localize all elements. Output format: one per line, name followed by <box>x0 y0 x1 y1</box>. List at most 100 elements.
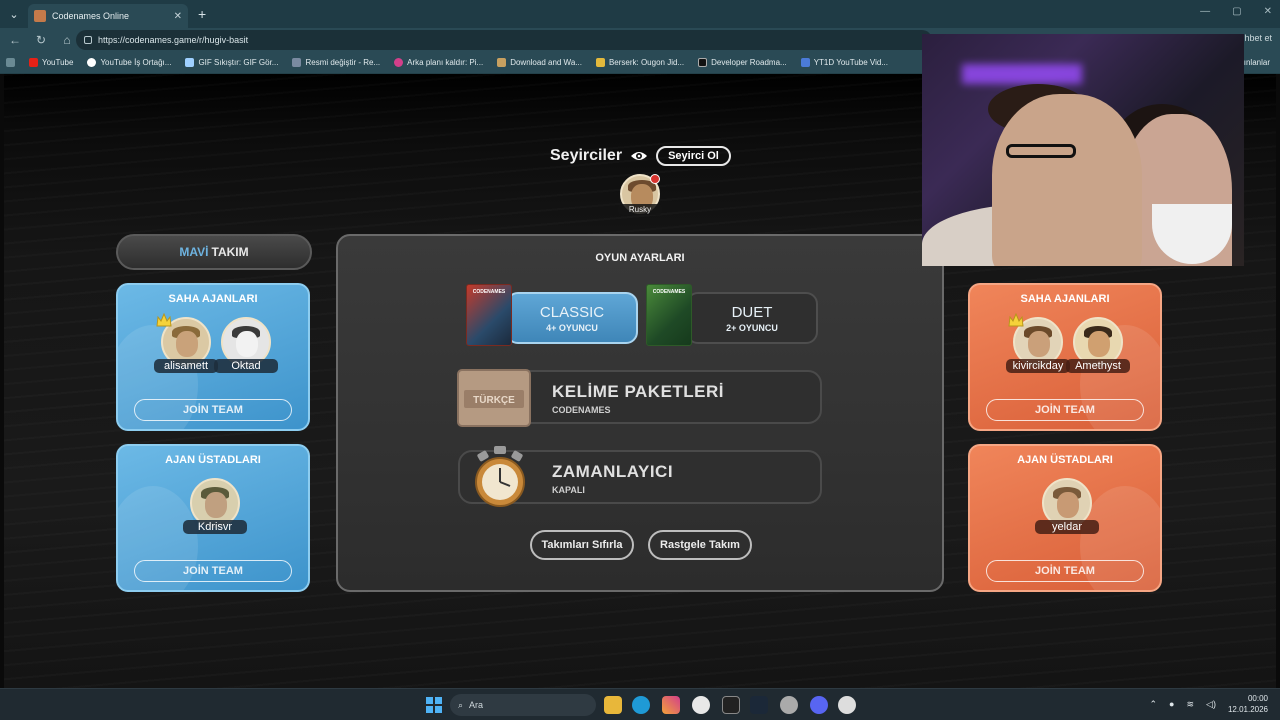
reload-icon[interactable]: ↻ <box>34 33 48 47</box>
bookmark-item[interactable]: YouTube <box>29 58 73 67</box>
blue-team-label: TAKIM <box>211 245 249 259</box>
clock-time: 00:00 <box>1247 694 1268 703</box>
player-card[interactable]: kivircikday <box>1006 313 1070 379</box>
classic-box-label: CODENAMES <box>472 289 506 295</box>
bookmark-item[interactable]: Resmi değiştir - Re... <box>292 58 380 67</box>
word-packs-button[interactable]: TÜRKÇE KELİME PAKETLERİ CODENAMES <box>457 369 822 427</box>
word-packs-subtitle: CODENAMES <box>552 405 611 415</box>
player-name: Amethyst <box>1066 359 1130 373</box>
bookmark-item[interactable]: Arka planı kaldır: Pi... <box>394 58 483 67</box>
tab-close-icon[interactable]: ✕ <box>174 11 182 22</box>
blue-spymasters-panel: AJAN ÜSTADLARI Kdrisvr JOİN TEAM <box>116 444 310 592</box>
lock-icon <box>84 36 92 44</box>
word-pack-box-icon: TÜRKÇE <box>457 369 531 427</box>
minimize-icon[interactable]: — <box>1200 6 1210 17</box>
player-card[interactable]: Amethyst <box>1066 317 1130 379</box>
discord-icon[interactable] <box>810 696 828 714</box>
word-packs-title: KELİME PAKETLERİ <box>552 382 725 401</box>
chevron-up-icon[interactable]: ⌃ <box>1150 699 1158 710</box>
player-card[interactable]: yeldar <box>1035 478 1099 540</box>
reset-teams-button[interactable]: Takımları Sıfırla <box>530 530 634 560</box>
classic-mode-name: CLASSIC <box>539 303 605 321</box>
bookmark-item[interactable]: YT1D YouTube Vid... <box>800 58 888 67</box>
classic-box-icon: CODENAMES <box>466 284 512 346</box>
cam-person <box>992 94 1142 266</box>
webcam-overlay <box>922 34 1244 266</box>
crown-icon <box>156 313 172 327</box>
timer-status: KAPALI <box>552 485 585 495</box>
duet-mode-button[interactable]: DUET 2+ OYUNCU <box>686 292 818 344</box>
new-tab-button[interactable]: + <box>198 6 206 22</box>
photos-icon[interactable] <box>662 696 680 714</box>
classic-mode-players: 4+ OYUNCU <box>546 322 598 333</box>
system-tray: ⌃ ● ≋ ◁) 00:00 12.01.2026 <box>1150 693 1269 715</box>
cam-light <box>962 64 1082 84</box>
epic-games-icon[interactable] <box>722 696 740 714</box>
bookmark-item[interactable]: Developer Roadma... <box>698 58 787 67</box>
bookmarks-apps-icon[interactable] <box>6 58 15 67</box>
clock[interactable]: 00:00 12.01.2026 <box>1228 693 1268 715</box>
steam-icon[interactable] <box>750 696 768 714</box>
tab-list-icon[interactable]: ⌄ <box>0 0 28 28</box>
red-spymasters-title: AJAN ÜSTADLARI <box>1017 454 1113 466</box>
obs-icon[interactable] <box>838 696 856 714</box>
eye-icon <box>631 152 648 160</box>
app-icon[interactable] <box>780 696 798 714</box>
player-name: kivircikday <box>1006 359 1070 373</box>
bookmark-item[interactable]: GIF Sıkıştır: GIF Gör... <box>185 58 278 67</box>
player-card[interactable]: Kdrisvr <box>183 478 247 540</box>
spectators-header: Seyirciler Seyirci Ol <box>550 146 731 166</box>
all-bookmarks-link[interactable]: ınlanlar <box>1244 58 1270 67</box>
steelseries-icon[interactable] <box>692 696 710 714</box>
spectator-name: Rusky <box>618 204 662 215</box>
taskbar-search[interactable]: ⌕ Ara <box>450 694 596 716</box>
become-spectator-button[interactable]: Seyirci Ol <box>656 146 731 166</box>
address-bar[interactable]: https://codenames.game/r/hugiv-basit <box>76 30 932 50</box>
red-operatives-join-button[interactable]: JOİN TEAM <box>986 399 1144 421</box>
home-icon[interactable]: ⌂ <box>60 33 74 47</box>
browser-tabstrip: ⌄ Codenames Online ✕ + — ▢ ✕ <box>0 0 1280 28</box>
edge-icon[interactable] <box>632 696 650 714</box>
tab-title: Codenames Online <box>52 11 130 21</box>
player-card[interactable]: alisamett <box>154 313 218 379</box>
classic-mode-button[interactable]: CLASSIC 4+ OYUNCU <box>506 292 638 344</box>
red-spymasters-join-button[interactable]: JOİN TEAM <box>986 560 1144 582</box>
timer-title: ZAMANLAYICI <box>552 462 674 481</box>
blue-operatives-panel: SAHA AJANLARI alisamett Oktad JOİN TEAM <box>116 283 310 431</box>
crown-icon <box>1008 313 1024 327</box>
game-settings-panel: OYUN AYARLARI CLASSIC 4+ OYUNCU CODENAME… <box>336 234 944 592</box>
blue-operatives-join-button[interactable]: JOİN TEAM <box>134 399 292 421</box>
mic-icon[interactable]: ● <box>1169 699 1174 709</box>
spectators-title: Seyirciler <box>550 147 623 164</box>
blue-spymasters-title: AJAN ÜSTADLARI <box>165 454 261 466</box>
player-name: alisamett <box>154 359 218 373</box>
close-window-icon[interactable]: ✕ <box>1264 6 1272 17</box>
browser-tab[interactable]: Codenames Online ✕ <box>28 4 188 28</box>
cam-glasses <box>1006 144 1076 158</box>
windows-start-icon[interactable] <box>426 697 442 713</box>
player-name: Oktad <box>214 359 278 373</box>
player-name: yeldar <box>1035 520 1099 534</box>
red-operatives-title: SAHA AJANLARI <box>1020 293 1110 305</box>
blue-team-accent: MAVİ <box>179 245 209 259</box>
bookmark-item[interactable]: Download and Wa... <box>497 58 582 67</box>
red-spymasters-panel: AJAN ÜSTADLARI yeldar JOİN TEAM <box>968 444 1162 592</box>
timer-button[interactable]: ZAMANLAYICI KAPALI <box>458 446 822 507</box>
blue-operatives-title: SAHA AJANLARI <box>168 293 258 305</box>
player-card[interactable]: Oktad <box>214 317 278 379</box>
volume-icon[interactable]: ◁) <box>1206 699 1216 710</box>
toolbar-right-text[interactable]: hbet et <box>1244 33 1272 43</box>
bookmark-item[interactable]: YouTube İş Ortağı... <box>87 58 171 67</box>
maximize-icon[interactable]: ▢ <box>1232 6 1241 17</box>
codenames-favicon-icon <box>34 10 46 22</box>
wifi-icon[interactable]: ≋ <box>1186 699 1194 710</box>
back-icon[interactable]: ← <box>8 33 22 47</box>
file-explorer-icon[interactable] <box>604 696 622 714</box>
blue-spymasters-join-button[interactable]: JOİN TEAM <box>134 560 292 582</box>
bookmark-folder[interactable]: Berserk: Ougon Jid... <box>595 58 684 67</box>
search-icon: ⌕ <box>458 699 464 710</box>
spectator-avatar[interactable]: Rusky <box>618 174 662 218</box>
window-controls: — ▢ ✕ <box>1200 6 1272 17</box>
random-teams-button[interactable]: Rastgele Takım <box>648 530 752 560</box>
player-name: Kdrisvr <box>183 520 247 534</box>
